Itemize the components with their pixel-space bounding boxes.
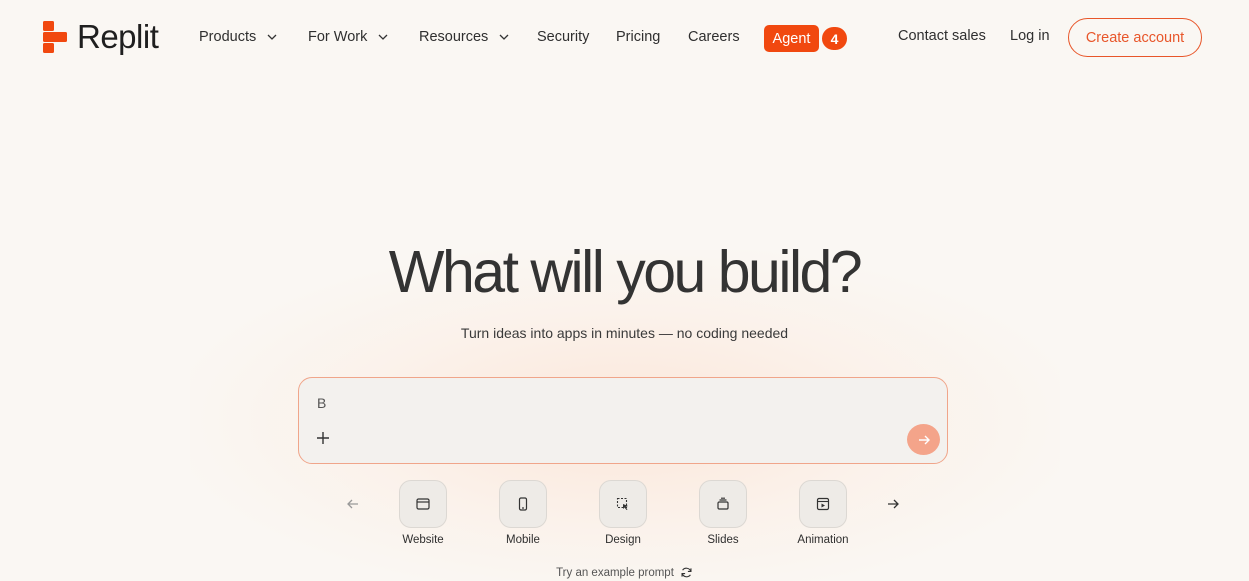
category-label: Animation — [797, 534, 849, 546]
plus-icon[interactable] — [315, 430, 331, 446]
nav-products[interactable]: Products — [199, 29, 278, 45]
arrow-right-icon — [888, 499, 899, 509]
agent-count-badge: 4 — [820, 25, 849, 52]
category-label: Mobile — [506, 534, 540, 546]
carousel-prev-button[interactable] — [343, 494, 363, 514]
agent-button[interactable]: Agent — [764, 25, 819, 52]
category-design[interactable]: Design — [583, 480, 663, 546]
nav-resources-label: Resources — [419, 29, 489, 45]
create-account-button[interactable]: Create account — [1068, 18, 1202, 57]
slides-stack-icon — [699, 480, 747, 528]
nav-security-label: Security — [537, 29, 590, 45]
nav-careers-label: Careers — [688, 29, 740, 45]
browser-window-icon — [399, 480, 447, 528]
logo-wordmark: Replit — [77, 18, 159, 55]
login-link[interactable]: Log in — [1010, 28, 1050, 44]
example-prompt-label: Try an example prompt — [556, 566, 674, 579]
carousel-next-button[interactable] — [883, 494, 903, 514]
category-website[interactable]: Website — [383, 480, 463, 546]
nav-for-work[interactable]: For Work — [308, 29, 389, 45]
category-animation[interactable]: Animation — [783, 480, 863, 546]
category-label: Website — [402, 534, 444, 546]
select-cursor-icon — [599, 480, 647, 528]
category-mobile[interactable]: Mobile — [483, 480, 563, 546]
video-play-icon — [799, 480, 847, 528]
send-button[interactable] — [907, 424, 940, 455]
replit-logo[interactable]: Replit — [43, 18, 159, 56]
refresh-icon — [681, 567, 692, 578]
hero-title: What will you build? — [388, 239, 863, 305]
arrow-right-icon — [918, 435, 930, 444]
nav-products-label: Products — [199, 29, 257, 45]
category-label: Design — [605, 534, 641, 546]
prompt-input[interactable] — [317, 392, 877, 414]
contact-sales-link[interactable]: Contact sales — [898, 28, 986, 44]
category-label: Slides — [707, 534, 739, 546]
category-slides[interactable]: Slides — [683, 480, 763, 546]
chevron-down-icon — [378, 34, 388, 40]
replit-logo-icon — [43, 21, 67, 53]
arrow-left-icon — [347, 499, 358, 509]
top-nav: Replit Products For Work Resources Secur… — [0, 0, 1249, 76]
prompt-box — [298, 377, 948, 464]
nav-careers[interactable]: Careers — [688, 29, 740, 45]
nav-pricing-label: Pricing — [616, 29, 661, 45]
nav-pricing[interactable]: Pricing — [616, 29, 660, 45]
chevron-down-icon — [499, 34, 509, 40]
example-prompt-link[interactable]: Try an example prompt — [0, 566, 1249, 579]
nav-for-work-label: For Work — [308, 29, 368, 45]
phone-icon — [499, 480, 547, 528]
nav-resources[interactable]: Resources — [419, 29, 510, 45]
hero-subtitle: Turn ideas into apps in minutes — no cod… — [460, 325, 789, 341]
chevron-down-icon — [267, 34, 277, 40]
nav-security[interactable]: Security — [537, 29, 589, 45]
